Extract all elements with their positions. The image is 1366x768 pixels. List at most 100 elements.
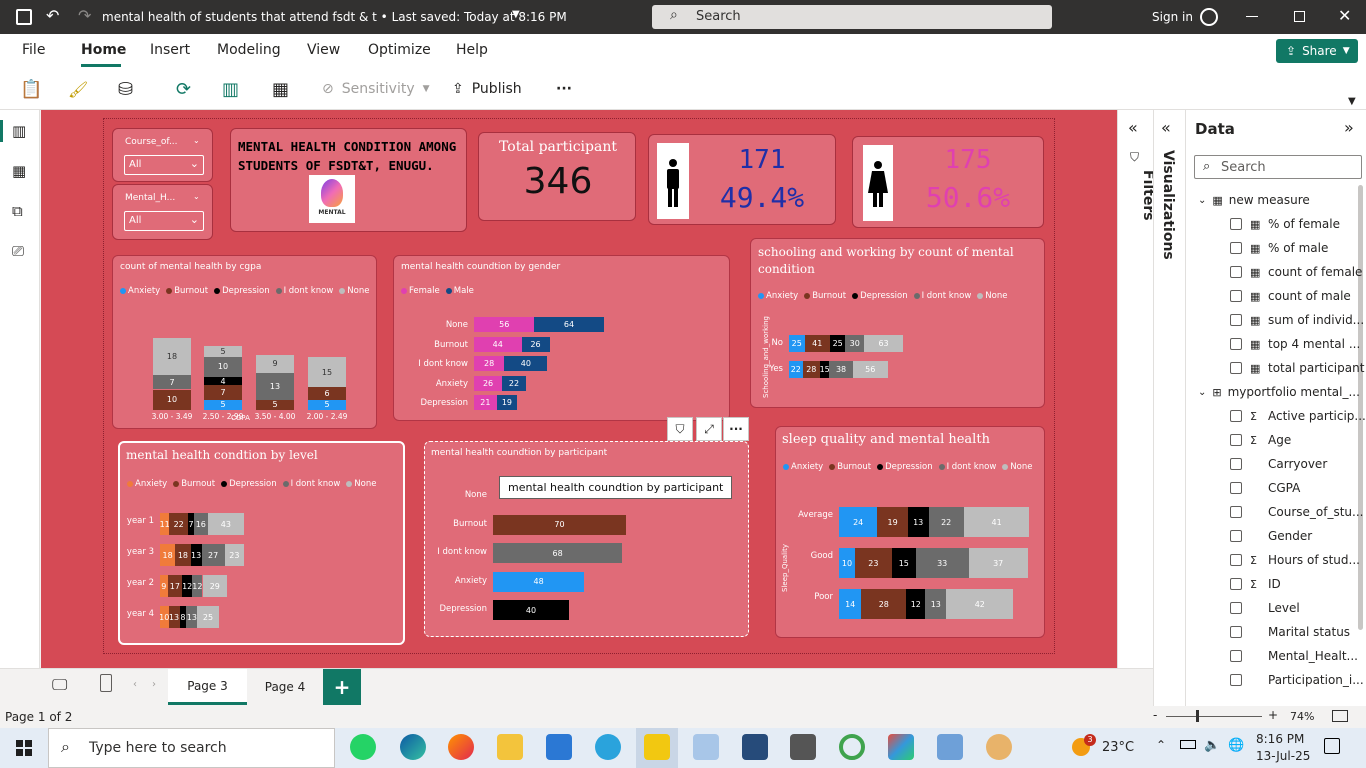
windows-start-icon[interactable] bbox=[16, 740, 32, 756]
page-tab[interactable]: Page 4 bbox=[250, 669, 320, 705]
zoom-slider-thumb[interactable] bbox=[1196, 710, 1199, 722]
field-item[interactable]: Marital status bbox=[1230, 622, 1350, 642]
gender-chart[interactable]: mental health coundtion by gender Female… bbox=[393, 255, 730, 421]
redo-icon[interactable]: ↷ bbox=[78, 6, 91, 25]
filter-icon[interactable]: ⛉ bbox=[667, 417, 693, 441]
field-checkbox[interactable] bbox=[1230, 338, 1242, 350]
scroll-left-icon[interactable]: ‹ bbox=[133, 679, 137, 690]
publish-button[interactable]: ⇪ Publish bbox=[452, 68, 522, 110]
tab-insert[interactable]: Insert bbox=[150, 42, 190, 58]
chevron-down-icon[interactable]: ⌄ bbox=[193, 136, 200, 145]
new-visual-icon[interactable]: ▥ bbox=[222, 68, 239, 110]
refresh-icon[interactable]: ⟳ bbox=[176, 68, 191, 110]
participant-chart[interactable]: mental health coundtion by participant N… bbox=[424, 441, 749, 637]
data-search-input[interactable]: ⌕ Search bbox=[1194, 155, 1362, 179]
course-slicer[interactable]: Course_of... ⌄ All ⌄ bbox=[112, 128, 213, 182]
field-item[interactable]: ▦ sum of individ... bbox=[1230, 310, 1364, 330]
report-view-icon[interactable]: ▥ bbox=[12, 122, 26, 140]
field-group[interactable]: ⌄ ⊞ myportfolio mental_... bbox=[1198, 382, 1360, 402]
model-view-icon[interactable]: ⧉ bbox=[12, 202, 23, 220]
close-button[interactable]: ✕ bbox=[1338, 6, 1351, 25]
field-checkbox[interactable] bbox=[1230, 242, 1242, 254]
store-icon[interactable] bbox=[546, 734, 572, 760]
chevron-down-icon[interactable]: ▼ bbox=[512, 9, 520, 20]
field-checkbox[interactable] bbox=[1230, 434, 1242, 446]
scroll-right-icon[interactable]: › bbox=[152, 679, 156, 690]
expand-icon[interactable]: « bbox=[1161, 118, 1171, 137]
zoom-in-button[interactable]: + bbox=[1268, 708, 1278, 722]
tab-help[interactable]: Help bbox=[456, 42, 488, 58]
zoom-slider[interactable] bbox=[1166, 716, 1262, 717]
firefox-icon[interactable] bbox=[448, 734, 474, 760]
field-checkbox[interactable] bbox=[1230, 458, 1242, 470]
new-measure-icon[interactable]: ▦ bbox=[272, 68, 289, 110]
snipping-tool-icon[interactable] bbox=[693, 734, 719, 760]
clock-date[interactable]: 13-Jul-25 bbox=[1256, 749, 1310, 763]
slicer-dropdown[interactable]: All ⌄ bbox=[124, 211, 204, 231]
table-view-icon[interactable]: ▦ bbox=[12, 162, 26, 180]
tab-modeling[interactable]: Modeling bbox=[217, 42, 281, 58]
desktop-layout-icon[interactable]: 🖵 bbox=[52, 675, 67, 695]
field-item[interactable]: CGPA bbox=[1230, 478, 1300, 498]
notepad-icon[interactable] bbox=[937, 734, 963, 760]
field-item[interactable]: Mental_Healt... bbox=[1230, 646, 1358, 666]
network-icon[interactable]: 🌐 bbox=[1228, 738, 1244, 753]
schooling-chart[interactable]: schooling and working by count of mental… bbox=[750, 238, 1045, 408]
loop-icon[interactable] bbox=[839, 734, 865, 760]
field-item[interactable]: ▦ % of female bbox=[1230, 214, 1340, 234]
clock-time[interactable]: 8:16 PM bbox=[1256, 732, 1304, 746]
field-item[interactable]: ▦ count of male bbox=[1230, 286, 1351, 306]
field-checkbox[interactable] bbox=[1230, 578, 1242, 590]
battery-icon[interactable] bbox=[1180, 740, 1196, 749]
chevron-down-icon[interactable]: ⌄ bbox=[193, 192, 200, 201]
add-page-button[interactable]: + bbox=[323, 669, 361, 705]
field-item[interactable]: Σ Age bbox=[1230, 430, 1291, 450]
field-checkbox[interactable] bbox=[1230, 482, 1242, 494]
dax-query-icon[interactable]: ⎚ bbox=[12, 242, 24, 260]
field-checkbox[interactable] bbox=[1230, 218, 1242, 230]
field-item[interactable]: ▦ % of male bbox=[1230, 238, 1328, 258]
save-icon[interactable] bbox=[16, 9, 32, 25]
field-checkbox[interactable] bbox=[1230, 410, 1242, 422]
mobile-layout-icon[interactable] bbox=[100, 674, 112, 692]
mental-health-slicer[interactable]: Mental_H... ⌄ All ⌄ bbox=[112, 184, 213, 240]
field-item[interactable]: ▦ top 4 mental ... bbox=[1230, 334, 1360, 354]
field-item[interactable]: Gender bbox=[1230, 526, 1312, 546]
level-chart[interactable]: mental health condtion by level Anxiety B… bbox=[118, 441, 405, 645]
undo-icon[interactable]: ↶ bbox=[46, 6, 59, 25]
visualizations-pane[interactable]: « Visualizations bbox=[1153, 110, 1185, 708]
field-checkbox[interactable] bbox=[1230, 290, 1242, 302]
field-checkbox[interactable] bbox=[1230, 602, 1242, 614]
get-data-icon[interactable]: ⛁ bbox=[118, 68, 133, 110]
field-checkbox[interactable] bbox=[1230, 554, 1242, 566]
fit-to-page-icon[interactable] bbox=[1332, 710, 1348, 722]
vscode-icon[interactable] bbox=[742, 734, 768, 760]
field-checkbox[interactable] bbox=[1230, 650, 1242, 662]
whatsapp-icon[interactable] bbox=[350, 734, 376, 760]
sensitivity-button[interactable]: ⊘ Sensitivity ▼ bbox=[322, 68, 430, 110]
field-checkbox[interactable] bbox=[1230, 362, 1242, 374]
field-item[interactable]: Carryover bbox=[1230, 454, 1327, 474]
field-item[interactable]: Course_of_stu... bbox=[1230, 502, 1363, 522]
filters-pane[interactable]: « ⛉ Filters bbox=[1117, 110, 1156, 668]
expand-icon[interactable]: « bbox=[1128, 118, 1138, 137]
field-checkbox[interactable] bbox=[1230, 314, 1242, 326]
field-group[interactable]: ⌄ ▦ new measure bbox=[1198, 190, 1310, 210]
minimize-button[interactable] bbox=[1246, 16, 1258, 17]
field-checkbox[interactable] bbox=[1230, 674, 1242, 686]
file-title[interactable]: mental health of students that attend fs… bbox=[102, 10, 567, 24]
slicer-dropdown[interactable]: All ⌄ bbox=[124, 155, 204, 175]
field-checkbox[interactable] bbox=[1230, 506, 1242, 518]
calculator-icon[interactable] bbox=[790, 734, 816, 760]
field-item[interactable]: Σ Active particip... bbox=[1230, 406, 1366, 426]
edge-icon[interactable] bbox=[400, 734, 426, 760]
format-painter-icon[interactable]: 🖌 bbox=[68, 68, 88, 110]
show-hidden-icons[interactable]: ⌃ bbox=[1156, 738, 1166, 752]
file-explorer-icon[interactable] bbox=[497, 734, 523, 760]
more-options-icon[interactable]: ··· bbox=[723, 417, 749, 441]
page-tab-active[interactable]: Page 3 bbox=[168, 669, 247, 705]
collapse-icon[interactable]: » bbox=[1344, 118, 1354, 137]
search-box[interactable]: ⌕ Search bbox=[652, 5, 1052, 29]
zoom-out-button[interactable]: - bbox=[1153, 708, 1157, 722]
tab-file[interactable]: File bbox=[22, 42, 45, 58]
